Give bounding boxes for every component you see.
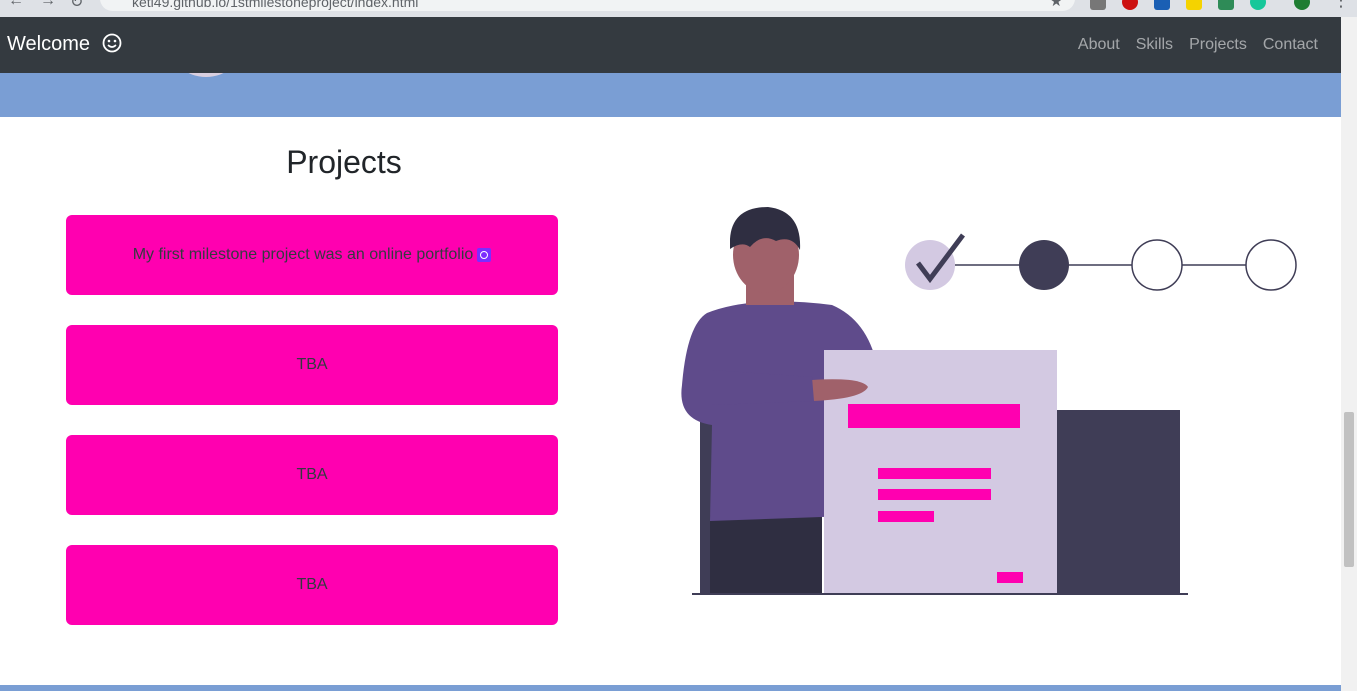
browser-chrome: ← → ↻ ketl49.github.io/1stmilestoneproje… xyxy=(0,0,1357,17)
avatar[interactable] xyxy=(1294,0,1310,10)
page-scrollbar[interactable] xyxy=(1341,17,1357,691)
hero-section xyxy=(0,73,1341,117)
star-icon[interactable]: ★ xyxy=(1050,0,1063,10)
nav-links: About Skills Projects Contact xyxy=(1078,36,1318,54)
project-progress-illustration xyxy=(681,207,1297,595)
extension-icon[interactable] xyxy=(1250,0,1266,10)
github-icon[interactable] xyxy=(477,248,492,262)
profile-image xyxy=(170,73,242,77)
nav-link-skills[interactable]: Skills xyxy=(1136,36,1173,54)
extension-icon[interactable] xyxy=(1186,0,1202,10)
url-text: ketl49.github.io/1stmilestoneproject/ind… xyxy=(132,0,419,10)
extension-icon[interactable] xyxy=(1154,0,1170,10)
project-card-text: TBA xyxy=(296,466,328,483)
navbar: Welcome About Skills Projects Contact xyxy=(0,17,1341,73)
project-card-text: My first milestone project was an online… xyxy=(132,246,474,263)
project-card[interactable]: TBA xyxy=(66,545,558,625)
project-card-text: TBA xyxy=(296,576,328,593)
nav-link-projects[interactable]: Projects xyxy=(1189,36,1247,54)
address-bar[interactable]: ketl49.github.io/1stmilestoneproject/ind… xyxy=(100,0,1075,11)
brand-text: Welcome xyxy=(7,33,90,55)
smiley-icon xyxy=(102,33,121,53)
extension-icon[interactable] xyxy=(1218,0,1234,10)
forward-icon[interactable]: → xyxy=(40,0,56,10)
menu-icon[interactable]: ⋮ xyxy=(1332,0,1350,11)
reload-icon[interactable]: ↻ xyxy=(70,0,83,12)
scrollbar-thumb[interactable] xyxy=(1344,412,1354,567)
footer-section-strip xyxy=(0,685,1341,691)
nav-link-contact[interactable]: Contact xyxy=(1263,36,1318,54)
nav-link-about[interactable]: About xyxy=(1078,36,1120,54)
project-card-text: TBA xyxy=(296,356,328,373)
project-card[interactable]: TBA xyxy=(66,435,558,515)
back-icon[interactable]: ← xyxy=(8,0,24,10)
project-card[interactable]: TBA xyxy=(66,325,558,405)
project-card[interactable]: My first milestone project was an online… xyxy=(66,215,558,295)
extension-icon[interactable] xyxy=(1090,0,1106,10)
navbar-brand[interactable]: Welcome xyxy=(7,33,122,56)
extension-icon[interactable] xyxy=(1122,0,1138,10)
projects-heading: Projects xyxy=(286,144,402,180)
